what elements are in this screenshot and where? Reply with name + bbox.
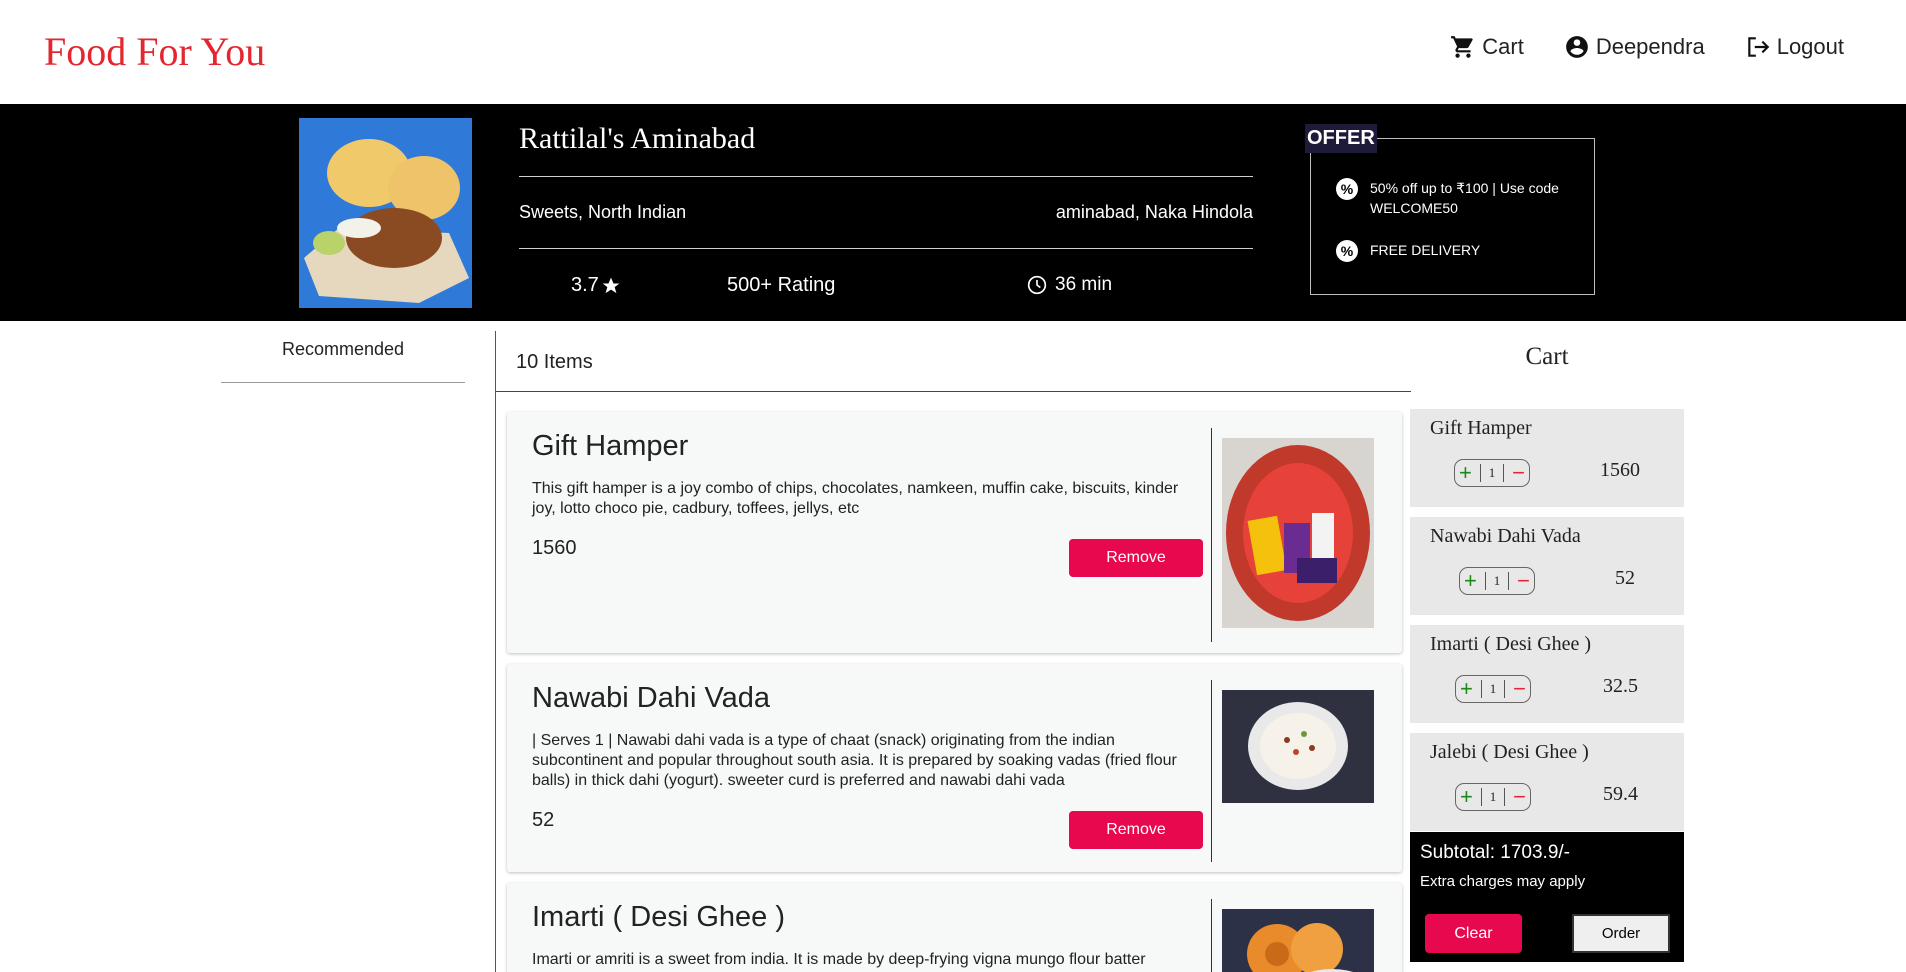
restaurant-location: aminabad, Naka Hindola <box>1055 202 1253 222</box>
cart-item-price: 32.5 <box>1603 675 1638 697</box>
offer-text: 50% off up to ₹100 | Use code WELCOME50 <box>1370 180 1559 216</box>
restaurant-banner: Rattilal's Aminabad Sweets, North Indian… <box>0 104 1906 321</box>
cart-item-qty: 1 <box>1480 680 1506 698</box>
extra-charges-note: Extra charges may apply <box>1420 873 1586 890</box>
cart-item-qty: 1 <box>1479 464 1505 482</box>
quantity-stepper: + 1 − <box>1454 459 1530 487</box>
menu-card: Nawabi Dahi Vada | Serves 1 | Nawabi dah… <box>507 664 1402 872</box>
card-divider <box>1211 428 1212 642</box>
menu-item-title: Imarti ( Desi Ghee ) <box>532 901 785 933</box>
menu-item-count: 10 Items <box>496 331 1411 392</box>
decrease-qty-button[interactable]: − <box>1513 678 1526 700</box>
nav-logout-link[interactable]: Logout <box>1745 34 1844 60</box>
remove-button[interactable]: Remove <box>1069 539 1203 577</box>
cart-item-price: 59.4 <box>1603 783 1638 805</box>
clock-icon <box>1027 275 1047 295</box>
increase-qty-button[interactable]: + <box>1460 786 1473 808</box>
order-button[interactable]: Order <box>1572 914 1670 953</box>
menu-card: Gift Hamper This gift hamper is a joy co… <box>507 412 1402 653</box>
cart-item: Jalebi ( Desi Ghee ) + 1 − 59.4 <box>1410 733 1684 831</box>
rating-value: 3.7 <box>571 274 599 296</box>
card-divider <box>1211 899 1212 972</box>
cart-item: Imarti ( Desi Ghee ) + 1 − 32.5 <box>1410 625 1684 723</box>
nav-cart-label: Cart <box>1482 34 1524 59</box>
increase-qty-button[interactable]: + <box>1464 570 1477 592</box>
decrease-qty-button[interactable]: − <box>1512 462 1525 484</box>
logout-icon <box>1747 37 1769 57</box>
cart-item-price: 52 <box>1615 567 1635 589</box>
increase-qty-button[interactable]: + <box>1459 462 1472 484</box>
brand-logo[interactable]: Food For You <box>44 28 265 75</box>
nav-cart-link[interactable]: Cart <box>1450 34 1524 60</box>
menu-item-description: | Serves 1 | Nawabi dahi vada is a type … <box>532 732 1177 789</box>
category-item-recommended[interactable]: Recommended <box>221 321 465 383</box>
cart-item-qty: 1 <box>1480 788 1506 806</box>
nav-user-label: Deependra <box>1595 34 1705 59</box>
card-divider <box>1211 680 1212 862</box>
menu-item-title: Gift Hamper <box>532 430 689 462</box>
user-circle-icon <box>1565 36 1588 58</box>
discount-badge-icon: % <box>1336 178 1358 200</box>
cart-item: Gift Hamper + 1 − 1560 <box>1410 409 1684 507</box>
menu-card: Imarti ( Desi Ghee ) Imarti or amriti is… <box>507 883 1402 972</box>
cart-icon <box>1451 36 1473 58</box>
restaurant-cuisines: Sweets, North Indian <box>519 202 687 222</box>
cart-item-name: Jalebi ( Desi Ghee ) <box>1430 741 1589 763</box>
gift-hamper-image <box>1222 438 1374 628</box>
offer-item: % 50% off up to ₹100 | Use code WELCOME5… <box>1336 178 1586 218</box>
menu-list: 10 Items Gift Hamper This gift hamper is… <box>495 331 1411 972</box>
cart-item-name: Nawabi Dahi Vada <box>1430 525 1581 547</box>
star-icon <box>602 277 620 293</box>
cart-title: Cart <box>1525 343 1569 370</box>
decrease-qty-button[interactable]: − <box>1513 786 1526 808</box>
clear-cart-button[interactable]: Clear <box>1425 914 1522 953</box>
cart-item-qty: 1 <box>1484 572 1510 590</box>
nav-user-link[interactable]: Deependra <box>1564 34 1705 60</box>
menu-item-description: This gift hamper is a joy combo of chips… <box>532 480 1179 517</box>
nav-links: Cart Deependra Logout <box>1450 34 1844 60</box>
offer-tag: OFFER <box>1305 124 1377 153</box>
menu-item-price: 52 <box>532 809 555 831</box>
cart-item: Nawabi Dahi Vada + 1 − 52 <box>1410 517 1684 615</box>
delivery-time: 36 min <box>1027 274 1112 296</box>
decrease-qty-button[interactable]: − <box>1517 570 1530 592</box>
delivery-time-label: 36 min <box>1055 274 1113 295</box>
banner-divider-bottom <box>519 248 1253 249</box>
restaurant-image <box>299 118 472 308</box>
quantity-stepper: + 1 − <box>1459 567 1535 595</box>
cart-item-price: 1560 <box>1600 459 1640 481</box>
quantity-stepper: + 1 − <box>1455 675 1531 703</box>
restaurant-rating: 3.7 <box>571 274 621 297</box>
menu-item-price: 1560 <box>532 537 577 559</box>
restaurant-name: Rattilal's Aminabad <box>519 122 756 155</box>
category-sidebar: Recommended <box>221 321 465 383</box>
banner-divider-top <box>519 176 1253 177</box>
dahi-vada-image <box>1222 690 1374 803</box>
cart-subtotal: Subtotal: 1703.9/- <box>1420 842 1570 863</box>
cart-item-name: Imarti ( Desi Ghee ) <box>1430 633 1592 655</box>
cart-item-name: Gift Hamper <box>1430 417 1532 439</box>
top-navbar: Food For You Cart Deependra Logout <box>0 0 1906 104</box>
menu-item-title: Nawabi Dahi Vada <box>532 682 771 714</box>
menu-item-description: Imarti or amriti is a sweet from india. … <box>532 951 1146 968</box>
discount-badge-icon: % <box>1336 240 1358 262</box>
nav-logout-label: Logout <box>1776 34 1844 59</box>
rating-count: 500+ Rating <box>727 274 836 296</box>
offer-text: FREE DELIVERY <box>1370 242 1481 258</box>
cart-panel: Cart Gift Hamper + 1 − 1560 Nawabi Dahi … <box>1410 331 1684 972</box>
imarti-image <box>1222 909 1374 972</box>
offer-item: % FREE DELIVERY <box>1336 240 1586 262</box>
quantity-stepper: + 1 − <box>1455 783 1531 811</box>
increase-qty-button[interactable]: + <box>1460 678 1473 700</box>
cart-summary: Subtotal: 1703.9/- Extra charges may app… <box>1410 832 1684 962</box>
remove-button[interactable]: Remove <box>1069 811 1203 849</box>
